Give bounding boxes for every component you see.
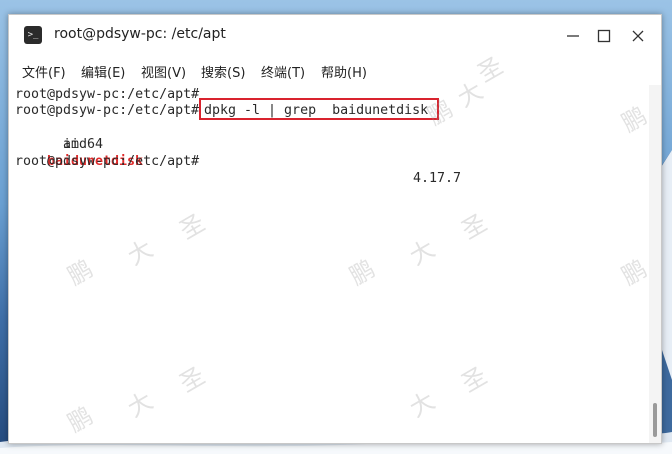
vertical-scrollbar[interactable] bbox=[649, 85, 661, 443]
terminal-app-icon: >_ bbox=[24, 26, 42, 44]
title-bar[interactable]: >_ root@pdsyw-pc: /etc/apt bbox=[9, 15, 661, 55]
terminal-window: >_ root@pdsyw-pc: /etc/apt 文件(F) 编辑(E) 视… bbox=[8, 14, 662, 444]
terminal-result-line: ii baidunetdisk 4.17.7 bbox=[15, 119, 635, 186]
close-icon[interactable] bbox=[627, 25, 649, 47]
command-highlight-box bbox=[199, 98, 439, 120]
menu-search[interactable]: 搜索(S) bbox=[201, 62, 245, 81]
terminal-line-prompt: root@pdsyw-pc:/etc/apt# bbox=[15, 87, 200, 102]
package-architecture: amd64 bbox=[15, 137, 104, 152]
menu-view[interactable]: 视图(V) bbox=[141, 62, 186, 81]
terminal-line-prompt: root@pdsyw-pc:/etc/apt# bbox=[15, 103, 200, 118]
menu-file[interactable]: 文件(F) bbox=[22, 62, 66, 81]
terminal-output[interactable]: root@pdsyw-pc:/etc/apt# root@pdsyw-pc:/e… bbox=[9, 85, 649, 443]
maximize-icon[interactable] bbox=[593, 25, 615, 47]
window-title: root@pdsyw-pc: /etc/apt bbox=[54, 26, 226, 42]
menu-terminal[interactable]: 终端(T) bbox=[261, 62, 305, 81]
terminal-line-prompt: root@pdsyw-pc:/etc/apt# bbox=[15, 154, 200, 169]
package-version: 4.17.7 bbox=[413, 171, 462, 186]
minimize-icon[interactable] bbox=[562, 25, 584, 47]
scrollbar-thumb[interactable] bbox=[653, 403, 657, 437]
menu-help[interactable]: 帮助(H) bbox=[321, 62, 367, 81]
menu-bar: 文件(F) 编辑(E) 视图(V) 搜索(S) 终端(T) 帮助(H) bbox=[9, 55, 661, 85]
menu-edit[interactable]: 编辑(E) bbox=[81, 62, 125, 81]
